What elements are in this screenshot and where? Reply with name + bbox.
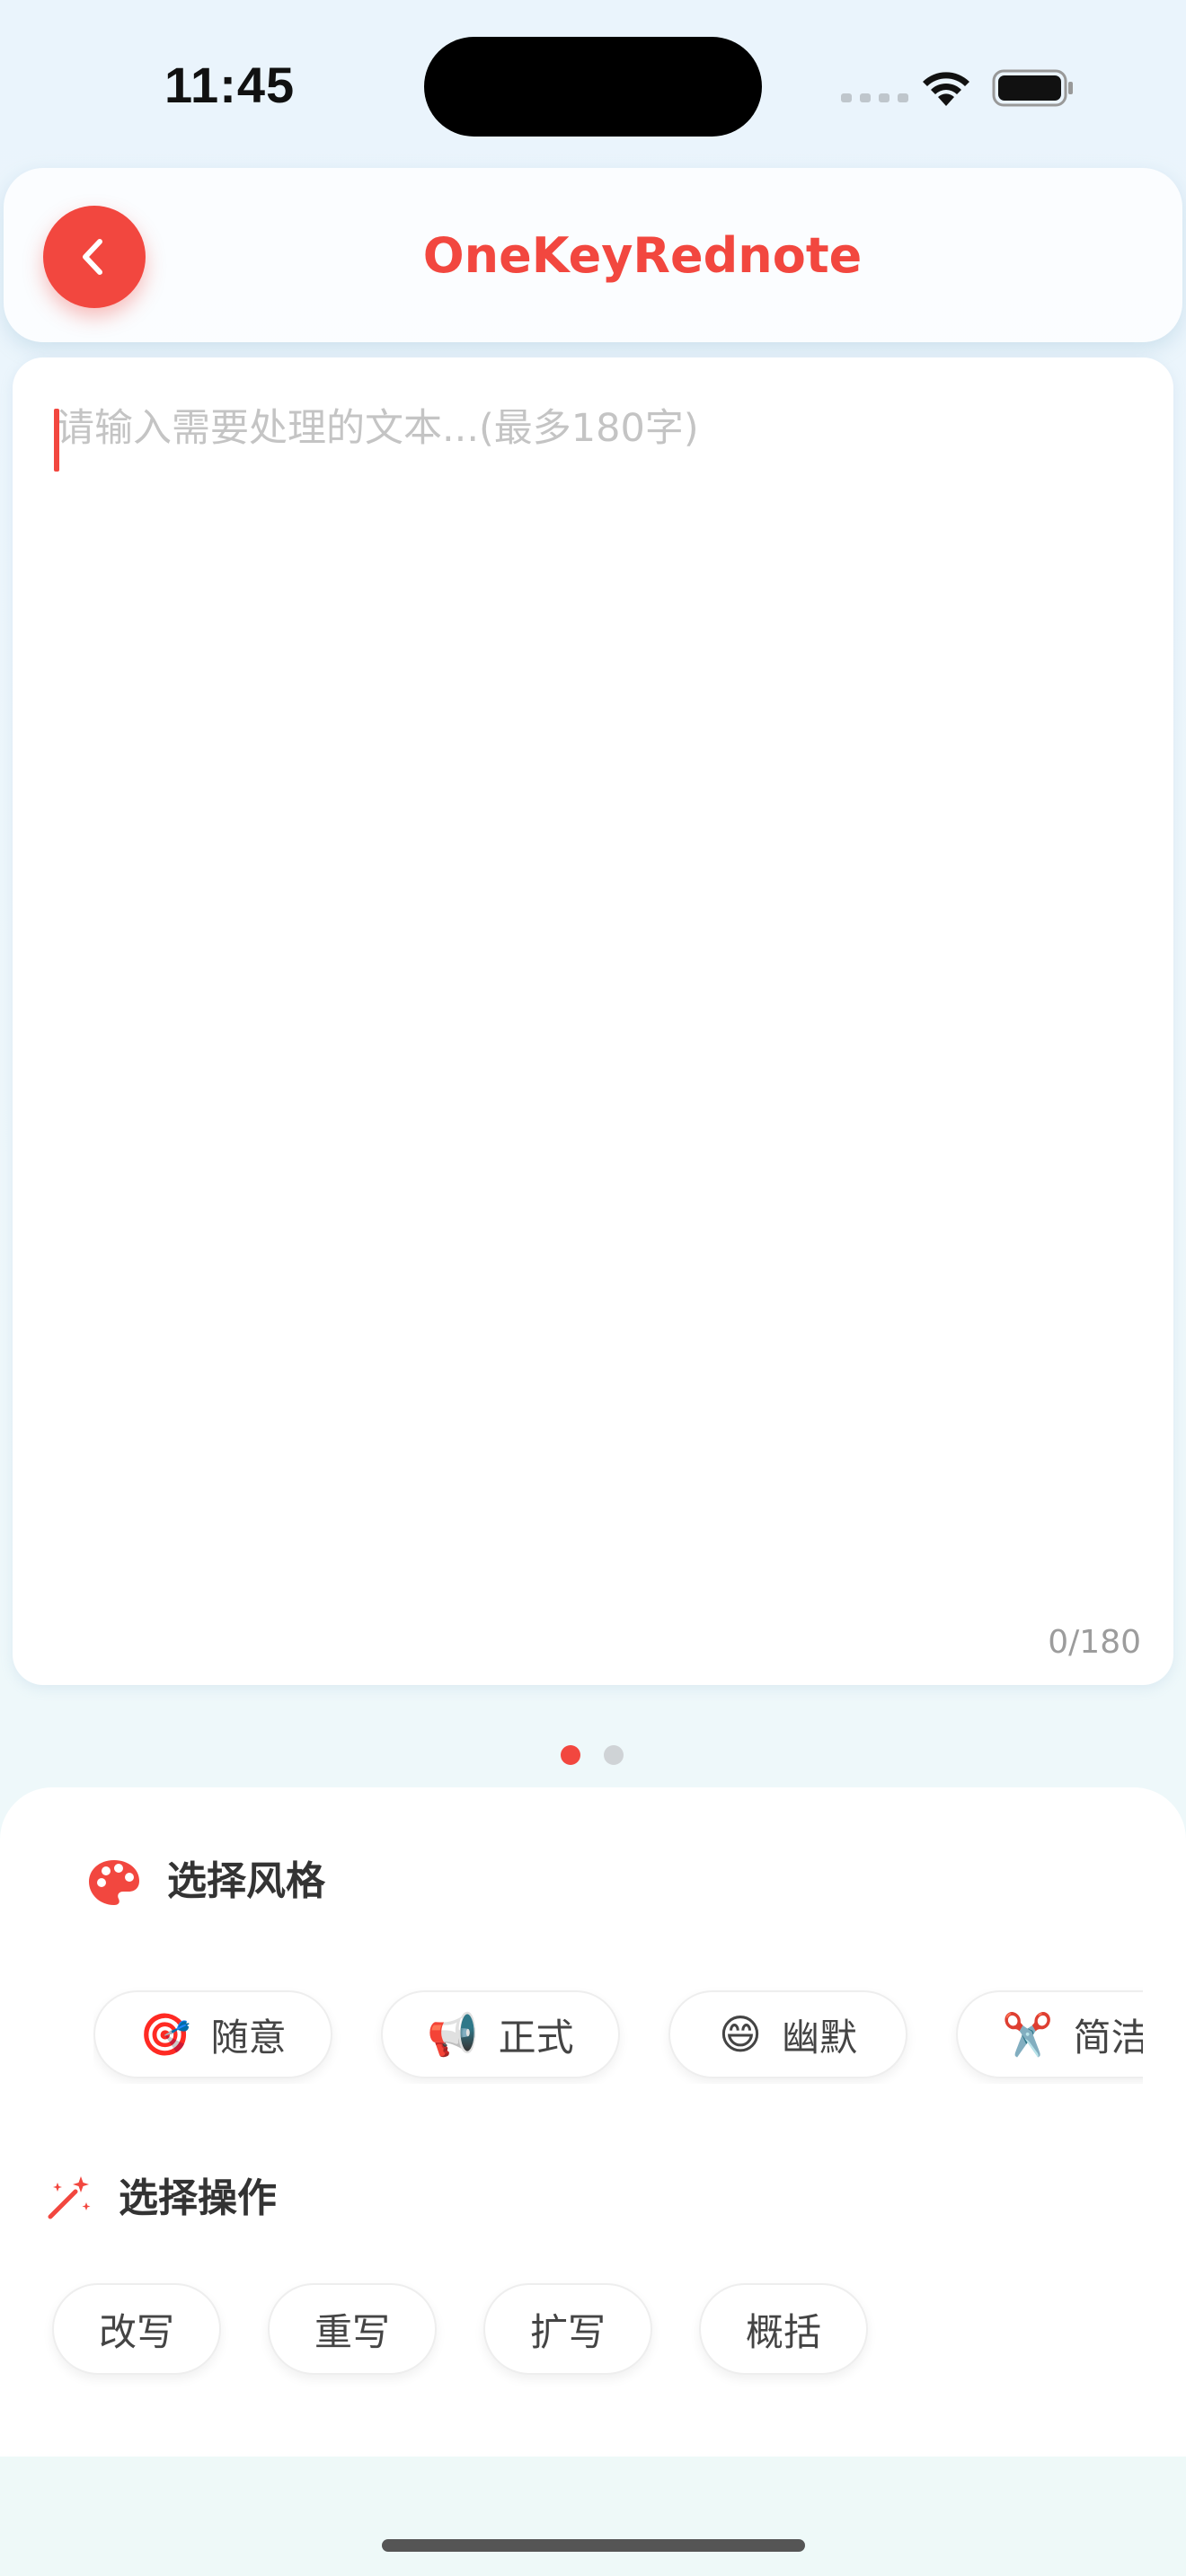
battery-icon [992, 69, 1073, 107]
text-input-area[interactable] [13, 357, 1173, 1685]
palette-icon [89, 1860, 139, 1905]
megaphone-icon: 📢 [427, 2010, 479, 2059]
app-title: OneKeyRednote [422, 227, 863, 284]
home-indicator[interactable] [382, 2539, 805, 2552]
chevron-left-icon [83, 239, 102, 275]
back-button[interactable] [43, 206, 146, 308]
style-chip-label: 随意 [210, 2015, 287, 2060]
page-indicator-dot-1[interactable] [561, 1745, 580, 1765]
style-options-scroller[interactable]: 🎯 随意 📢 正式 😄 幽默 ✂️ 简洁 [93, 1985, 1143, 2084]
style-chip-formal[interactable]: 📢 正式 [381, 1990, 620, 2078]
operation-section-title: 选择操作 [119, 2175, 277, 2221]
target-icon: 🎯 [139, 2010, 191, 2059]
style-chip-casual[interactable]: 🎯 随意 [93, 1990, 332, 2078]
text-cursor [54, 409, 59, 472]
text-input-placeholder: 请输入需要处理的文本...(最多180字) [56, 406, 699, 451]
page-indicator-dot-2[interactable] [604, 1745, 624, 1765]
magic-wand-icon [48, 2176, 91, 2219]
operation-chip-expand[interactable]: 扩写 [483, 2283, 652, 2375]
style-section-title: 选择风格 [167, 1858, 325, 1904]
smile-icon: 😄 [719, 2010, 762, 2059]
cellular-signal-icon [841, 93, 908, 102]
dynamic-island [424, 37, 762, 137]
operation-chip-rewrite[interactable]: 改写 [52, 2283, 221, 2375]
status-time: 11:45 [164, 57, 296, 113]
operation-chip-redo[interactable]: 重写 [268, 2283, 437, 2375]
style-chip-concise[interactable]: ✂️ 简洁 [956, 1990, 1143, 2078]
scissors-icon: ✂️ [1002, 2010, 1054, 2059]
style-chip-label: 简洁 [1073, 2015, 1143, 2060]
wifi-icon [923, 72, 969, 106]
style-chip-label: 正式 [498, 2015, 574, 2060]
character-counter: 0/180 [1048, 1624, 1141, 1661]
operation-chip-summarize[interactable]: 概括 [699, 2283, 868, 2375]
operation-options: 改写 重写 扩写 概括 [52, 2283, 868, 2375]
style-chip-label: 幽默 [781, 2015, 857, 2060]
style-chip-humorous[interactable]: 😄 幽默 [668, 1990, 907, 2078]
